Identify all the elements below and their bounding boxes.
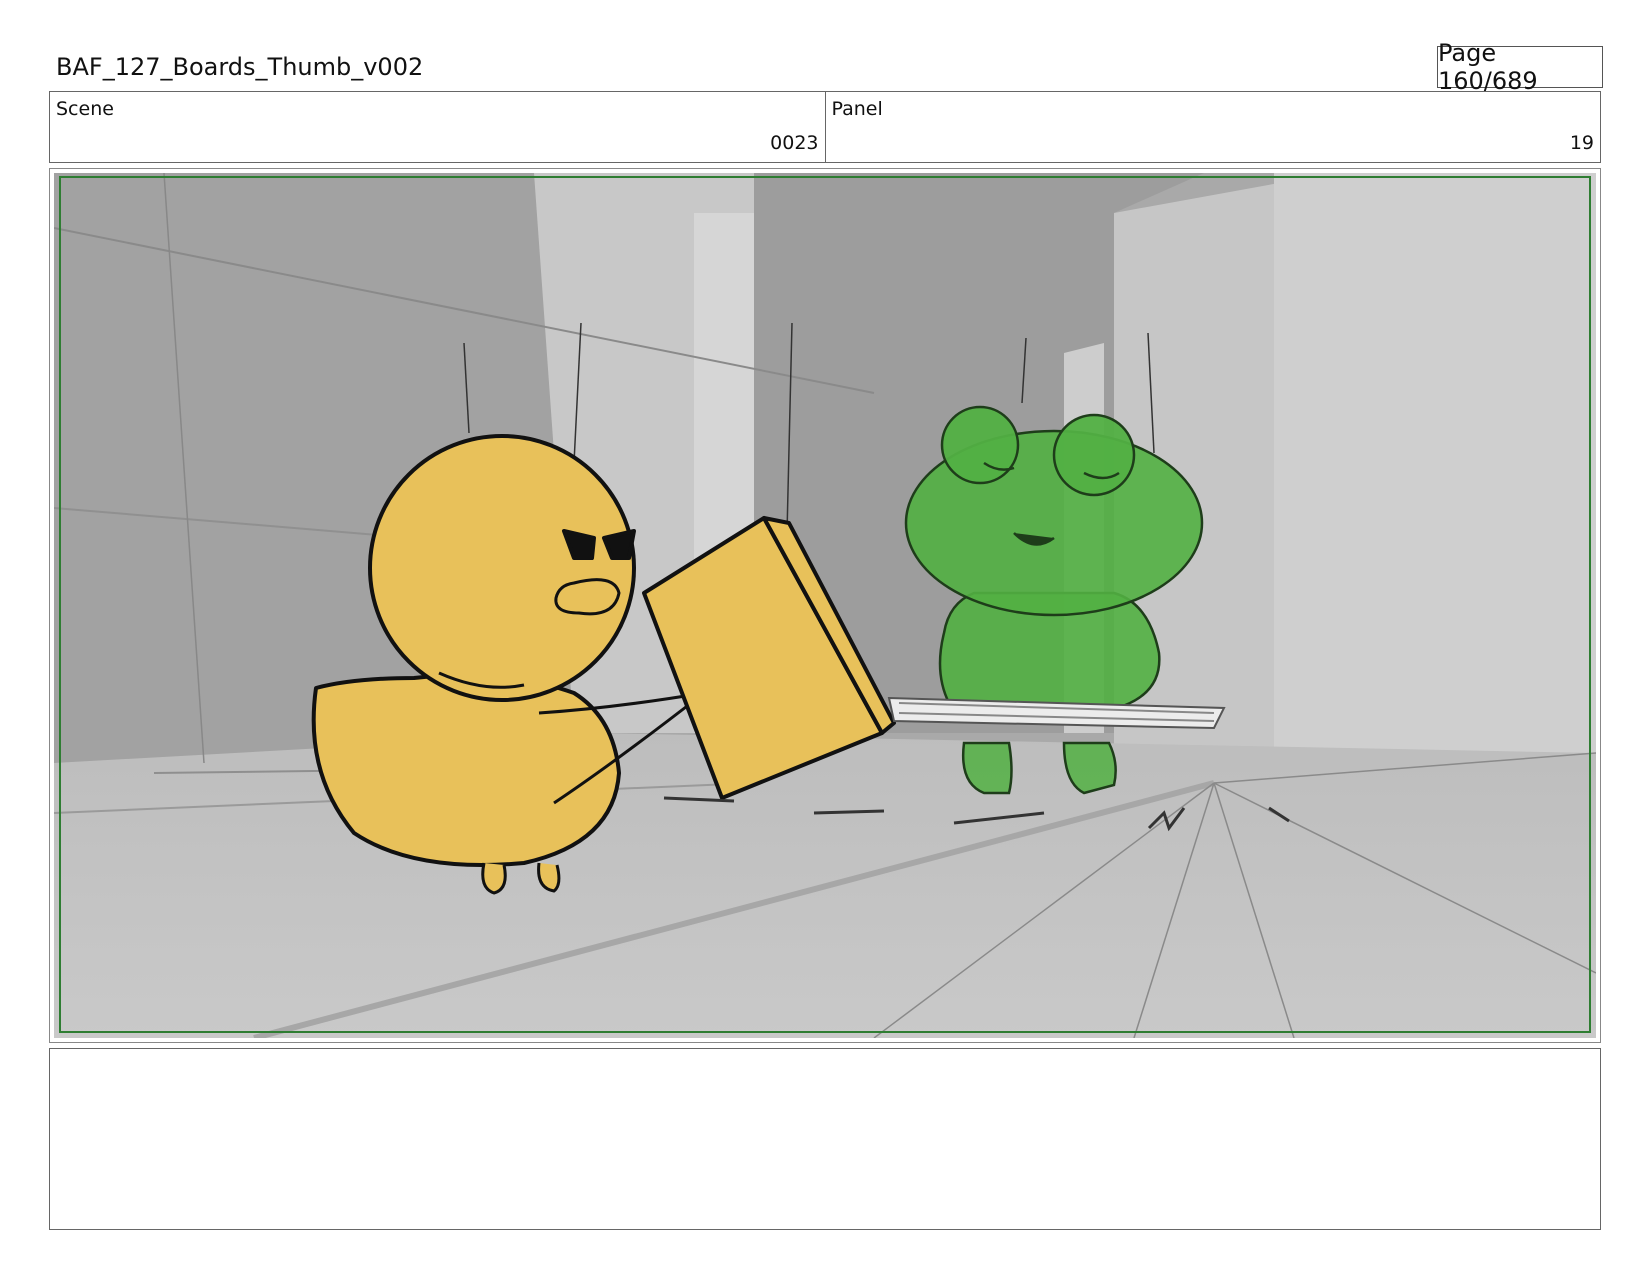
panel-label: Panel	[831, 98, 883, 120]
notes-box[interactable]	[49, 1048, 1601, 1230]
document-title: BAF_127_Boards_Thumb_v002	[56, 53, 424, 81]
scene-label: Scene	[56, 98, 114, 120]
panel-cell: Panel 19	[824, 92, 1601, 162]
page-indicator: Page 160/689	[1437, 39, 1603, 95]
storyboard-panel	[49, 168, 1601, 1043]
info-row: Scene 0023 Panel 19	[49, 91, 1601, 163]
panel-drawing	[54, 173, 1596, 1038]
scene-value: 0023	[770, 132, 819, 154]
panel-value: 19	[1569, 132, 1594, 154]
scene-cell: Scene 0023	[50, 92, 825, 162]
